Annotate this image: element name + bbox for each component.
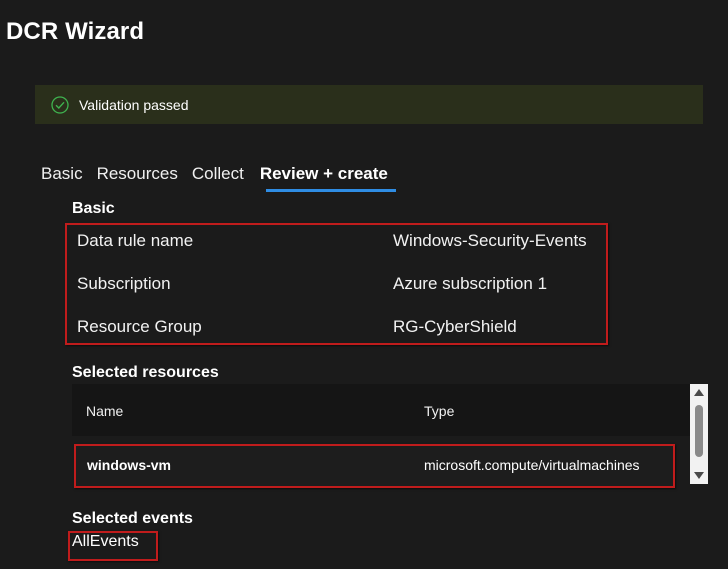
validation-text: Validation passed bbox=[79, 96, 189, 113]
dcr-wizard-page: DCR Wizard Validation passed Basic Resou… bbox=[0, 0, 728, 569]
resource-name-cell: windows-vm bbox=[87, 457, 172, 473]
resource-type-cell: microsoft.compute/virtualmachines bbox=[424, 457, 640, 473]
scroll-down-arrow-icon[interactable] bbox=[694, 472, 704, 479]
check-circle-icon bbox=[51, 95, 69, 114]
tab-basic[interactable]: Basic bbox=[41, 164, 83, 192]
selected-resources-title: Selected resources bbox=[72, 364, 219, 381]
resource-group-value: RG-CyberShield bbox=[393, 317, 517, 336]
wizard-tabs: Basic Resources Collect Review + create bbox=[41, 164, 402, 192]
basic-section-title: Basic bbox=[72, 200, 115, 217]
tab-resources[interactable]: Resources bbox=[97, 164, 178, 192]
tab-collect[interactable]: Collect bbox=[192, 164, 244, 192]
data-rule-name-value: Windows-Security-Events bbox=[393, 231, 587, 250]
table-row[interactable]: windows-vm microsoft.compute/virtualmach… bbox=[74, 444, 675, 488]
column-header-type[interactable]: Type bbox=[424, 403, 454, 419]
validation-banner: Validation passed bbox=[35, 85, 703, 124]
page-title: DCR Wizard bbox=[6, 18, 145, 45]
column-header-name[interactable]: Name bbox=[86, 403, 123, 419]
selected-events-title: Selected events bbox=[72, 510, 193, 527]
tab-review-create[interactable]: Review + create bbox=[260, 164, 396, 192]
resources-table-header: Name Type bbox=[72, 384, 690, 436]
scroll-up-arrow-icon[interactable] bbox=[694, 389, 704, 396]
scroll-thumb[interactable] bbox=[695, 405, 703, 457]
subscription-label: Subscription bbox=[77, 274, 171, 293]
resource-group-label: Resource Group bbox=[77, 317, 202, 336]
resources-scrollbar[interactable] bbox=[690, 384, 708, 484]
subscription-value: Azure subscription 1 bbox=[393, 274, 548, 293]
data-rule-name-label: Data rule name bbox=[77, 231, 194, 250]
selected-events-value: AllEvents bbox=[72, 533, 139, 550]
